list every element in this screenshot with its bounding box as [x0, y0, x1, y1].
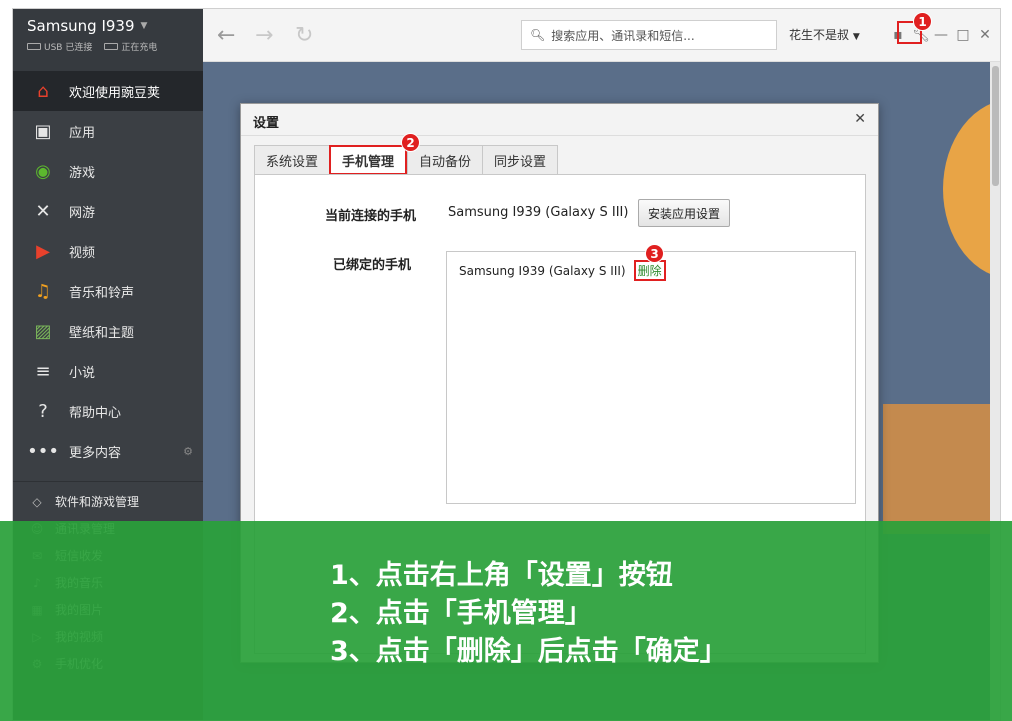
close-icon[interactable]: ✕ — [854, 111, 866, 127]
sidebar-item[interactable]: ▶ 视频 — [13, 231, 203, 271]
sidebar-item[interactable]: ▨ 壁纸和主题 — [13, 311, 203, 351]
list-item: Samsung I939 (Galaxy S III) 删除 — [459, 260, 666, 281]
instruction-overlay: 1、点击右上角「设置」按钮 2、点击「手机管理」 3、点击「删除」后点击「确定」 — [0, 521, 1012, 721]
ground-illustration — [883, 404, 990, 534]
minimize-icon[interactable]: — — [931, 25, 951, 45]
sidebar-item[interactable]: ♫ 音乐和铃声 — [13, 271, 203, 311]
sidebar-item[interactable]: ⌂ 欢迎使用豌豆荚 — [13, 71, 203, 111]
sidebar-item-label: 壁纸和主题 — [69, 325, 135, 341]
device-header[interactable]: Samsung I939 ▼ USB 已连接 正在充电 — [13, 9, 203, 71]
play-icon: ▶ — [36, 240, 50, 262]
username: 花生不是叔 — [789, 28, 850, 42]
sidebar-item-label: 小说 — [69, 365, 96, 381]
user-menu[interactable]: 花生不是叔 ▼ — [789, 26, 860, 43]
cube-icon: ◇ — [32, 494, 42, 509]
install-settings-button[interactable]: 安装应用设置 — [638, 199, 730, 227]
sidebar-item[interactable]: ••• 更多内容 ⚙ — [13, 431, 203, 471]
sidebar-item[interactable]: ◉ 游戏 — [13, 151, 203, 191]
battery-icon — [104, 43, 119, 50]
bound-label: 已绑定的手机 — [333, 258, 412, 273]
gamepad-icon: ◉ — [35, 160, 51, 182]
dialog-tab[interactable]: 系统设置 — [254, 145, 330, 175]
dialog-tab[interactable]: 自动备份 — [407, 145, 483, 175]
dialog-tab[interactable]: 同步设置 — [482, 145, 559, 175]
chevron-down-icon[interactable]: ▼ — [141, 21, 148, 31]
swords-icon: ✕ — [35, 200, 51, 222]
search-icon: 🔍︎ — [530, 28, 546, 42]
connected-phone: Samsung I939 (Galaxy S III) — [448, 205, 629, 220]
search-input[interactable]: 🔍︎ 搜索应用、通讯录和短信... — [521, 20, 777, 50]
sidebar-divider — [13, 481, 203, 482]
dialog-tab[interactable]: 手机管理 — [329, 145, 408, 175]
sidebar-item[interactable]: ≡ 小说 — [13, 351, 203, 391]
book-icon: ≡ — [35, 360, 51, 382]
bound-phone-name: Samsung I939 (Galaxy S III) — [459, 263, 626, 278]
manage-item[interactable]: ◇ 软件和游戏管理 — [13, 488, 203, 515]
sidebar-item-label: 帮助中心 — [69, 405, 122, 421]
search-placeholder: 搜索应用、通讯录和短信... — [551, 28, 695, 43]
help-icon: ? — [38, 400, 48, 422]
sidebar-item-label: 更多内容 — [69, 445, 122, 461]
more-dots-icon: ••• — [27, 440, 59, 462]
briefcase-icon: ▣ — [34, 120, 52, 142]
refresh-icon[interactable]: ↻ — [295, 23, 313, 48]
sidebar-item-label: 网游 — [69, 205, 96, 221]
sidebar-item-label: 视频 — [69, 245, 96, 261]
step-marker-3: 3 — [645, 244, 664, 263]
back-arrow-icon[interactable]: ← — [217, 23, 235, 48]
delete-link[interactable]: 删除 — [633, 260, 666, 281]
usb-status: USB 已连接 — [27, 40, 92, 53]
close-icon[interactable]: ✕ — [975, 25, 995, 45]
home-icon: ⌂ — [37, 80, 49, 102]
sidebar-item[interactable]: ? 帮助中心 — [13, 391, 203, 431]
sidebar-item-label: 欢迎使用豌豆荚 — [69, 85, 161, 101]
dialog-title: 设置 ✕ — [241, 104, 878, 136]
device-name: Samsung I939 — [27, 17, 135, 35]
music-note-icon: ♫ — [34, 280, 52, 302]
sidebar-item-label: 游戏 — [69, 165, 96, 181]
gear-icon[interactable]: ⚙ — [183, 445, 193, 458]
maximize-icon[interactable]: □ — [953, 25, 973, 45]
instruction-line-3: 3、点击「删除」后点击「确定」 — [330, 636, 727, 667]
sidebar-item[interactable]: ✕ 网游 — [13, 191, 203, 231]
connected-label: 当前连接的手机 — [325, 209, 417, 224]
usb-icon — [27, 43, 41, 50]
dialog-title-text: 设置 — [253, 116, 280, 131]
sidebar-item-label: 应用 — [69, 125, 96, 141]
instruction-line-1: 1、点击右上角「设置」按钮 — [330, 560, 673, 591]
manage-item-label: 软件和游戏管理 — [55, 495, 140, 509]
sidebar-item[interactable]: ▣ 应用 — [13, 111, 203, 151]
step-marker-2: 2 — [401, 133, 420, 152]
forward-arrow-icon[interactable]: → — [255, 23, 273, 48]
bound-phone-list: Samsung I939 (Galaxy S III) 删除 — [446, 251, 856, 504]
sidebar-item-label: 音乐和铃声 — [69, 285, 135, 301]
top-bar: ← → ↻ 🔍︎ 搜索应用、通讯录和短信... 花生不是叔 ▼ ▪ 🔧︎ — □… — [203, 9, 1000, 62]
scroll-thumb[interactable] — [992, 66, 999, 186]
chevron-down-icon: ▼ — [852, 32, 860, 42]
picture-icon: ▨ — [34, 320, 52, 342]
instruction-line-2: 2、点击「手机管理」 — [330, 598, 592, 629]
charge-status: 正在充电 — [104, 40, 157, 53]
sidebar-nav: ⌂ 欢迎使用豌豆荚 ▣ 应用 ◉ 游戏 ✕ 网游 ▶ 视频 ♫ 音乐和铃声 ▨ 壁纸和主题 ≡ 小说? 帮助中心… — [13, 71, 203, 471]
step-marker-1: 1 — [913, 12, 932, 31]
